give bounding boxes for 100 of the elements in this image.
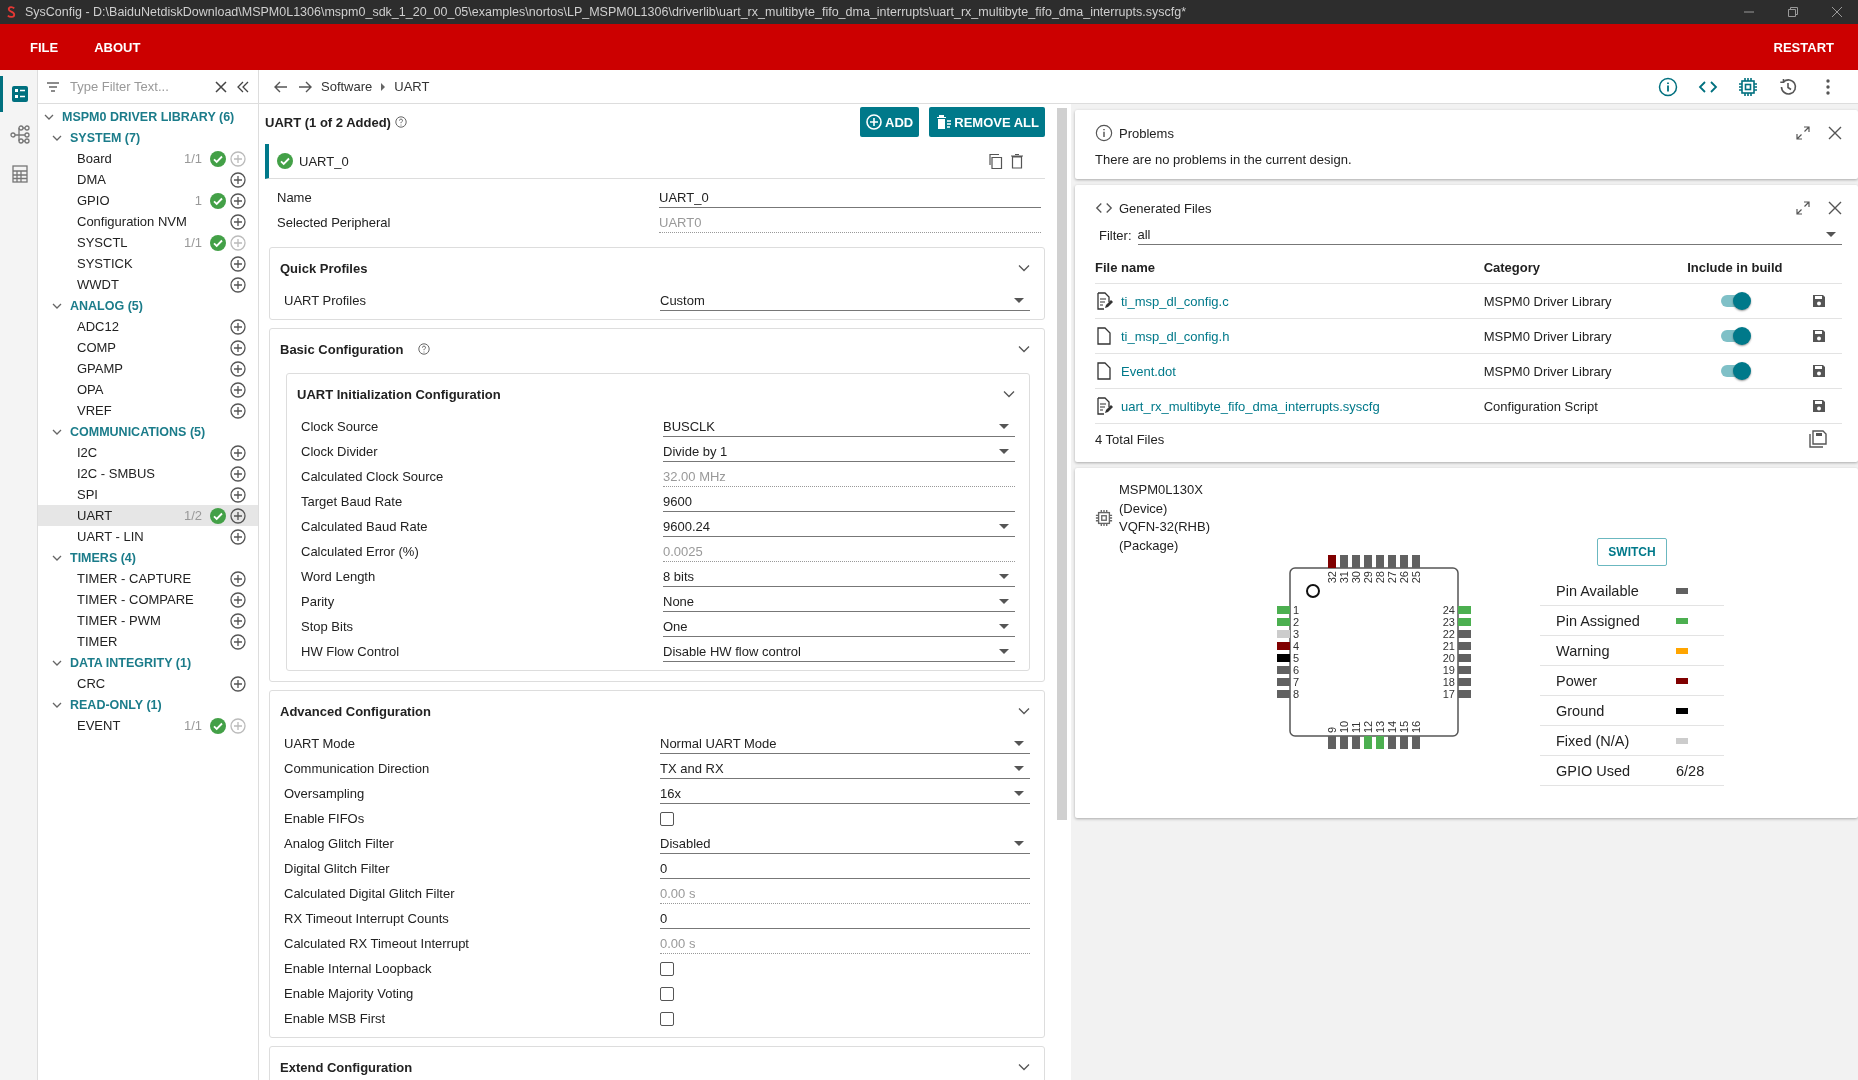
add-icon[interactable]: [230, 486, 246, 503]
tree-item[interactable]: Configuration NVM: [38, 211, 258, 232]
tree-item[interactable]: TIMER - CAPTURE: [38, 568, 258, 589]
add-icon[interactable]: [230, 402, 246, 419]
add-icon[interactable]: [230, 318, 246, 335]
section-title[interactable]: Quick Profiles: [280, 260, 368, 276]
filter-icon[interactable]: [46, 79, 60, 94]
section-title[interactable]: Extend Configuration: [280, 1059, 413, 1075]
section-title[interactable]: Basic Configuration: [280, 341, 404, 357]
section-title[interactable]: Advanced Configuration: [280, 703, 431, 719]
tree-category[interactable]: COMMUNICATIONS (5): [70, 424, 206, 439]
add-icon[interactable]: [230, 171, 246, 188]
tree-category[interactable]: READ-ONLY (1): [70, 697, 162, 712]
save-icon[interactable]: [1811, 363, 1828, 379]
tree-item[interactable]: GPAMP: [38, 358, 258, 379]
save-icon[interactable]: [1811, 328, 1828, 344]
chevron-icon[interactable]: [1018, 264, 1030, 272]
file-link[interactable]: ti_msp_dl_config.h: [1121, 328, 1230, 344]
tree-item[interactable]: CRC: [38, 673, 258, 694]
tree-category[interactable]: SYSTEM (7): [70, 130, 141, 145]
breadcrumb-link[interactable]: Software: [321, 79, 373, 94]
tree-item[interactable]: UART - LIN: [38, 526, 258, 547]
checkbox[interactable]: [660, 986, 674, 1001]
text-field[interactable]: 0: [660, 908, 1030, 929]
close-icon[interactable]: [1832, 7, 1842, 17]
tree-item[interactable]: DMA: [38, 169, 258, 190]
menu-item[interactable]: FILE: [18, 31, 71, 63]
tree-item[interactable]: SYSCTL 1/1: [38, 232, 258, 253]
dropdown[interactable]: 8 bits: [663, 566, 1015, 587]
include-toggle[interactable]: [1720, 365, 1749, 377]
dropdown[interactable]: None: [663, 591, 1015, 612]
tree-item[interactable]: OPA: [38, 379, 258, 400]
save-icon[interactable]: [1811, 398, 1828, 414]
info-icon[interactable]: [1658, 76, 1678, 97]
add-icon[interactable]: [230, 465, 246, 482]
text-field[interactable]: 0: [660, 858, 1030, 879]
tree-item[interactable]: UART 1/2: [38, 505, 258, 526]
collapse-icon[interactable]: [236, 79, 250, 94]
file-link[interactable]: uart_rx_multibyte_fifo_dma_interrupts.syscfg: [1121, 398, 1380, 414]
add-icon[interactable]: [230, 675, 246, 692]
breadcrumb-link[interactable]: UART: [394, 79, 430, 94]
dropdown[interactable]: Divide by 1: [663, 441, 1015, 462]
save-all-icon[interactable]: [1809, 430, 1827, 448]
save-icon[interactable]: [1811, 293, 1828, 309]
add-icon[interactable]: [230, 381, 246, 398]
text-field[interactable]: 9600: [663, 491, 1015, 512]
dropdown[interactable]: TX and RX: [660, 758, 1030, 779]
tree-item[interactable]: VREF: [38, 400, 258, 421]
tree-item[interactable]: EVENT 1/1: [38, 715, 258, 736]
history-icon[interactable]: [1778, 76, 1798, 97]
chevron-icon[interactable]: [1018, 1063, 1030, 1071]
chevron-icon[interactable]: [1018, 707, 1030, 715]
checkbox[interactable]: [660, 1011, 674, 1026]
help-icon[interactable]: [394, 116, 407, 128]
tree-item[interactable]: GPIO 1: [38, 190, 258, 211]
tree-category[interactable]: DATA INTEGRITY (1): [70, 655, 192, 670]
add-icon[interactable]: [230, 570, 246, 587]
dropdown[interactable]: 9600.24: [663, 516, 1015, 537]
text-field[interactable]: UART_0: [659, 187, 1041, 208]
dropdown[interactable]: Normal UART Mode: [660, 733, 1030, 754]
tree-item[interactable]: Board 1/1: [38, 148, 258, 169]
add-icon[interactable]: [230, 192, 246, 209]
switch-button[interactable]: SWITCH: [1597, 538, 1667, 566]
delete-icon[interactable]: [1009, 153, 1025, 169]
help-icon[interactable]: [417, 343, 430, 355]
menu-item[interactable]: ABOUT: [82, 31, 153, 63]
section-title[interactable]: UART Initialization Configuration: [297, 386, 501, 402]
checkbox[interactable]: [660, 961, 674, 976]
add-icon[interactable]: [230, 255, 246, 272]
add-icon[interactable]: [230, 507, 246, 524]
filter-dropdown[interactable]: all: [1137, 225, 1842, 245]
file-link[interactable]: Event.dot: [1121, 363, 1176, 379]
add-icon[interactable]: [230, 591, 246, 608]
tree-item[interactable]: SPI: [38, 484, 258, 505]
tree-item[interactable]: TIMER - PWM: [38, 610, 258, 631]
clear-icon[interactable]: [214, 79, 228, 94]
add-icon[interactable]: [230, 633, 246, 650]
tree-item[interactable]: WWDT: [38, 274, 258, 295]
expand-icon[interactable]: [1796, 126, 1810, 140]
checkbox[interactable]: [660, 811, 674, 826]
tree-item[interactable]: I2C - SMBUS: [38, 463, 258, 484]
expand-icon[interactable]: [1796, 201, 1810, 215]
restart-button[interactable]: RESTART: [1761, 31, 1846, 63]
scrollbar[interactable]: [1057, 108, 1067, 820]
add-button[interactable]: ADD: [860, 107, 920, 137]
tree-item[interactable]: SYSTICK: [38, 253, 258, 274]
tree-item[interactable]: TIMER: [38, 631, 258, 652]
tree-category[interactable]: ANALOG (5): [70, 298, 143, 313]
add-icon[interactable]: [230, 612, 246, 629]
add-icon[interactable]: [230, 360, 246, 377]
dropdown[interactable]: Disable HW flow control: [663, 641, 1015, 662]
copy-icon[interactable]: [987, 153, 1003, 169]
tree-item[interactable]: TIMER - COMPARE: [38, 589, 258, 610]
dropdown[interactable]: 16x: [660, 783, 1030, 804]
add-icon[interactable]: [230, 276, 246, 293]
add-icon[interactable]: [230, 213, 246, 230]
chip-icon[interactable]: [1738, 76, 1758, 97]
add-icon[interactable]: [230, 528, 246, 545]
tree-item[interactable]: I2C: [38, 442, 258, 463]
file-link[interactable]: ti_msp_dl_config.c: [1121, 293, 1229, 309]
